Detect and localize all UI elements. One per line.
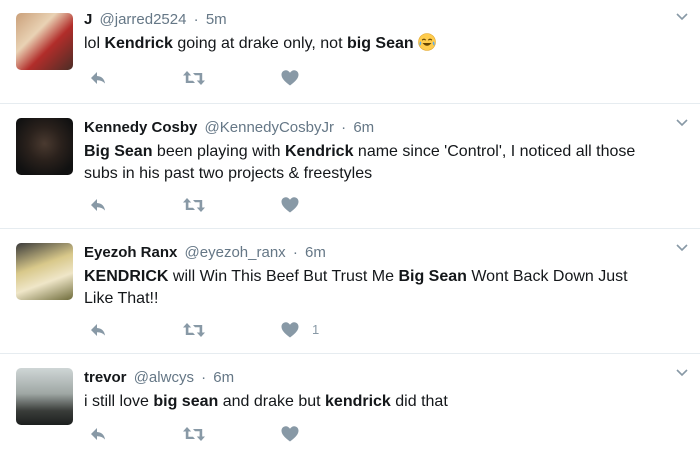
- user-name[interactable]: Eyezoh Ranx: [84, 244, 177, 261]
- user-name[interactable]: Kennedy Cosby: [84, 119, 197, 136]
- reply-icon[interactable]: [88, 68, 108, 88]
- tweet-text-segment: lol: [84, 35, 105, 52]
- tweet[interactable]: trevor @alwcys · 6m i still love big sea…: [0, 354, 700, 451]
- tweet-body: J @jarred2524 · 5m lol Kendrick going at…: [84, 10, 660, 55]
- highlighted-keyword: KENDRICK: [84, 268, 169, 285]
- retweet-icon[interactable]: [182, 424, 206, 444]
- highlighted-keyword: big sean: [153, 393, 219, 410]
- avatar[interactable]: [16, 13, 73, 70]
- heart-icon[interactable]: [280, 68, 300, 88]
- tweet-header: J @jarred2524 · 5m: [84, 10, 660, 30]
- tweet[interactable]: J @jarred2524 · 5m lol Kendrick going at…: [0, 0, 700, 104]
- tweet-header: trevor @alwcys · 6m: [84, 368, 660, 388]
- highlighted-keyword: Kendrick: [104, 35, 173, 52]
- retweet-icon[interactable]: [182, 68, 206, 88]
- tweet-text-segment: i still love: [84, 393, 154, 410]
- reply-icon[interactable]: [88, 195, 108, 215]
- tweet-text-segment: did that: [390, 393, 448, 410]
- timestamp[interactable]: 6m: [305, 244, 326, 261]
- highlighted-keyword: Big Sean: [398, 268, 467, 285]
- user-handle[interactable]: @jarred2524: [100, 11, 187, 28]
- heart-icon[interactable]: [280, 424, 300, 444]
- user-handle[interactable]: @KennedyCosbyJr: [205, 119, 334, 136]
- highlighted-keyword: kendrick: [325, 393, 391, 410]
- tweet[interactable]: Kennedy Cosby @KennedyCosbyJr · 6m Big S…: [0, 104, 700, 229]
- tweet-text: lol Kendrick going at drake only, not bi…: [84, 33, 660, 55]
- highlighted-keyword: Kendrick: [285, 143, 354, 160]
- separator-dot: ·: [201, 369, 207, 386]
- user-handle[interactable]: @alwcys: [134, 369, 194, 386]
- avatar[interactable]: [16, 368, 73, 425]
- avatar[interactable]: [16, 118, 73, 175]
- tweet-header: Eyezoh Ranx @eyezoh_ranx · 6m: [84, 243, 660, 263]
- retweet-icon[interactable]: [182, 195, 206, 215]
- user-handle[interactable]: @eyezoh_ranx: [185, 244, 286, 261]
- tweet-text: i still love big sean and drake but kend…: [84, 391, 660, 413]
- highlighted-keyword: Big Sean: [84, 143, 153, 160]
- tweet-feed: J @jarred2524 · 5m lol Kendrick going at…: [0, 0, 700, 451]
- tweet-text-segment: will Win This Beef But Trust Me: [168, 268, 399, 285]
- heart-icon[interactable]: [280, 195, 300, 215]
- timestamp[interactable]: 6m: [213, 369, 234, 386]
- tweet-body: trevor @alwcys · 6m i still love big sea…: [84, 368, 660, 413]
- separator-dot: ·: [341, 119, 347, 136]
- heart-icon[interactable]: [280, 320, 300, 340]
- highlighted-keyword: big Sean: [346, 35, 414, 52]
- chevron-down-icon[interactable]: [676, 243, 688, 253]
- face-with-tears-of-joy-icon: [417, 33, 436, 51]
- chevron-down-icon[interactable]: [676, 118, 688, 128]
- chevron-down-icon[interactable]: [676, 368, 688, 378]
- separator-dot: ·: [292, 244, 298, 261]
- tweet-text-segment: and drake but: [218, 393, 326, 410]
- tweet-text: Big Sean been playing with Kendrick name…: [84, 141, 660, 185]
- user-name[interactable]: J: [84, 11, 92, 28]
- avatar[interactable]: [16, 243, 73, 300]
- chevron-down-icon[interactable]: [676, 12, 688, 22]
- retweet-icon[interactable]: [182, 320, 206, 340]
- timestamp[interactable]: 5m: [206, 11, 227, 28]
- reply-icon[interactable]: [88, 424, 108, 444]
- like-count: 1: [312, 322, 320, 337]
- tweet-text: KENDRICK will Win This Beef But Trust Me…: [84, 266, 660, 310]
- tweet-header: Kennedy Cosby @KennedyCosbyJr · 6m: [84, 118, 660, 138]
- separator-dot: ·: [193, 11, 199, 28]
- user-name[interactable]: trevor: [84, 369, 127, 386]
- tweet[interactable]: Eyezoh Ranx @eyezoh_ranx · 6m KENDRICK w…: [0, 229, 700, 354]
- timestamp[interactable]: 6m: [353, 119, 374, 136]
- tweet-body: Eyezoh Ranx @eyezoh_ranx · 6m KENDRICK w…: [84, 243, 660, 310]
- reply-icon[interactable]: [88, 320, 108, 340]
- tweet-text-segment: been playing with: [152, 143, 285, 160]
- tweet-body: Kennedy Cosby @KennedyCosbyJr · 6m Big S…: [84, 118, 660, 185]
- tweet-text-segment: going at drake only, not: [172, 35, 347, 52]
